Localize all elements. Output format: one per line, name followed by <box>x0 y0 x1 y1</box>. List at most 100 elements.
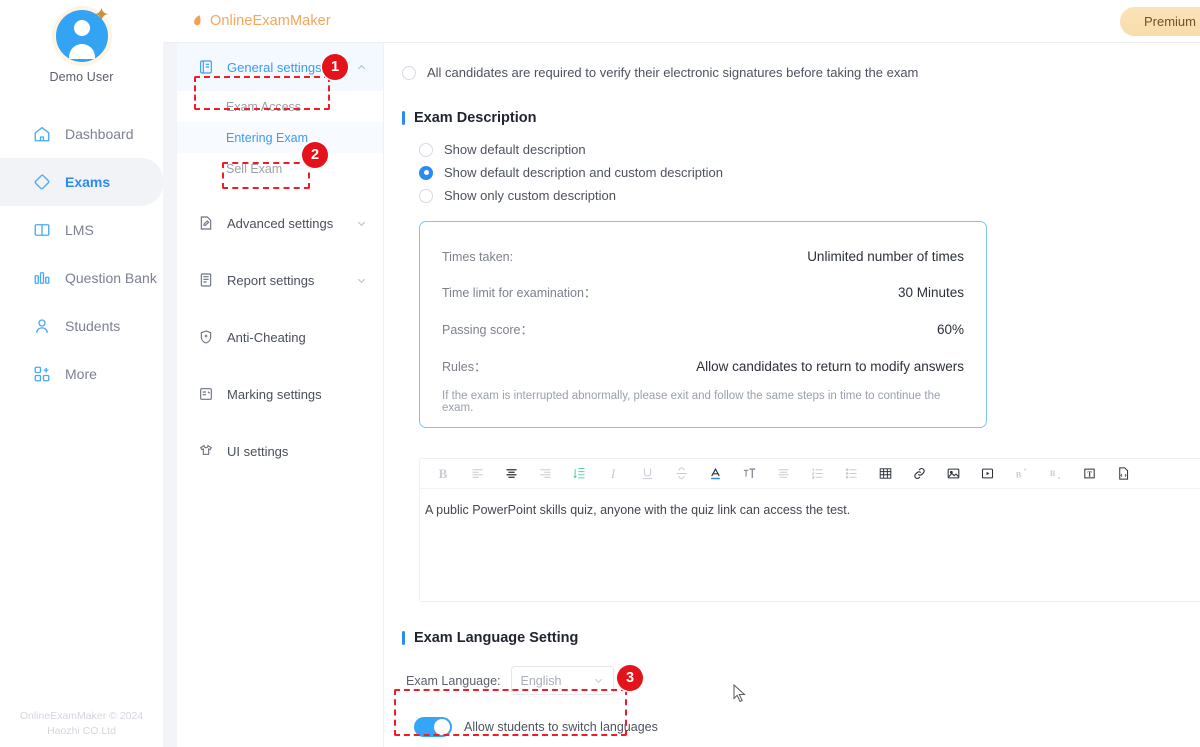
underline-icon[interactable] <box>630 460 664 488</box>
group-label: UI settings <box>227 443 289 459</box>
justify-icon[interactable] <box>766 460 800 488</box>
source-code-icon[interactable] <box>1106 460 1140 488</box>
exam-language-label: Exam Language: <box>406 673 501 688</box>
sidebar-item-question-bank[interactable]: Question Bank <box>0 254 163 302</box>
chevron-down-icon[interactable] <box>356 218 367 229</box>
marking-settings-group[interactable]: Marking settings <box>177 370 383 418</box>
exam-language-heading: Exam Language Setting <box>402 630 1200 646</box>
report-settings-group[interactable]: Report settings <box>177 256 383 304</box>
entering-exam-subitem[interactable]: Entering Exam <box>177 122 383 153</box>
table-icon[interactable] <box>868 460 902 488</box>
anti-cheating-group[interactable]: Anti-Cheating <box>177 313 383 361</box>
video-icon[interactable] <box>970 460 1004 488</box>
book-open-icon <box>34 224 50 236</box>
radio-circle[interactable] <box>419 188 433 203</box>
book-settings-icon <box>200 60 212 74</box>
app-root: ✦ Demo User Dashboard Exams LMS Question… <box>0 0 1200 747</box>
avatar[interactable]: ✦ <box>55 6 109 62</box>
section-title: Exam Description <box>414 110 537 126</box>
exam-description-heading: Exam Description <box>402 110 1200 126</box>
exam-tag-icon <box>34 174 50 190</box>
general-settings-group[interactable]: General settings <box>177 43 383 91</box>
switch-languages-toggle[interactable]: Allow students to switch languages <box>414 717 1200 737</box>
italic-icon[interactable]: I <box>596 460 630 488</box>
username-label: Demo User <box>49 70 114 84</box>
grid-more-icon <box>34 366 50 382</box>
bold-icon[interactable]: B <box>426 460 460 488</box>
leaf-logo-icon <box>194 14 201 25</box>
editor-toolbar: B I B B T <box>420 459 1200 489</box>
ui-settings-group[interactable]: UI settings <box>177 427 383 475</box>
ordered-list-icon[interactable] <box>800 460 834 488</box>
radio-circle[interactable] <box>419 142 433 157</box>
group-label: Advanced settings <box>227 215 334 231</box>
bullet-list-icon[interactable] <box>834 460 868 488</box>
sidebar-item-more[interactable]: More <box>0 350 163 398</box>
footer-copyright: OnlineExamMaker © 2024 <box>19 710 144 722</box>
radio-circle-selected[interactable] <box>419 165 433 180</box>
sidebar-item-label: Question Bank <box>65 270 157 286</box>
footer-company: Haozhi CO.Ltd <box>47 725 116 737</box>
sidebar-item-lms[interactable]: LMS <box>0 206 163 254</box>
avatar-head <box>73 20 90 36</box>
summary-value: Unlimited number of times <box>807 249 964 264</box>
summary-key: Passing score： <box>442 323 534 337</box>
toggle-switch[interactable] <box>414 717 452 737</box>
svg-text:T: T <box>1087 471 1092 478</box>
exam-language-select[interactable]: English <box>510 666 614 695</box>
general-settings-children: Exam Access Entering Exam Sell Exam <box>177 91 383 184</box>
chevron-down-icon[interactable] <box>356 275 367 286</box>
superscript-icon[interactable]: B <box>1004 460 1038 488</box>
align-right-icon[interactable] <box>528 460 562 488</box>
marking-doc-icon <box>200 388 212 400</box>
description-rich-text-editor[interactable]: B I B B T A public PowerPoint skills qui… <box>419 458 1200 602</box>
tshirt-icon <box>199 444 213 455</box>
text-box-icon[interactable]: T <box>1072 460 1106 488</box>
link-icon[interactable] <box>902 460 936 488</box>
sidebar-footer: OnlineExamMaker © 2024 Haozhi CO.Ltd <box>0 709 163 739</box>
sidebar-item-dashboard[interactable]: Dashboard <box>0 110 163 158</box>
signature-verify-option[interactable]: All candidates are required to verify th… <box>402 61 1200 84</box>
bar-chart-icon <box>34 272 50 284</box>
sidebar-item-students[interactable]: Students <box>0 302 163 350</box>
svg-text:B: B <box>1049 469 1055 478</box>
sidebar-subitem-sell-exam[interactable]: Sell Exam <box>177 153 383 184</box>
chevron-down-icon <box>594 678 602 684</box>
align-left-icon[interactable] <box>460 460 494 488</box>
summary-note: If the exam is interrupted abnormally, p… <box>442 390 941 414</box>
advanced-settings-group[interactable]: Advanced settings <box>177 199 383 247</box>
line-height-icon[interactable] <box>562 460 596 488</box>
option-show-default-and-custom[interactable]: Show default description and custom desc… <box>419 161 1200 184</box>
sidebar-item-label: Dashboard <box>65 126 134 142</box>
user-icon <box>36 319 48 333</box>
align-center-icon[interactable] <box>494 460 528 488</box>
summary-row: Times taken: Unlimited number of times <box>442 240 964 273</box>
main-content: All candidates are required to verify th… <box>384 43 1200 747</box>
option-show-only-custom[interactable]: Show only custom description <box>419 184 1200 207</box>
summary-value: 30 Minutes <box>897 285 964 300</box>
sidebar-subitem-exam-access[interactable]: Exam Access <box>177 91 383 122</box>
image-icon[interactable] <box>936 460 970 488</box>
chevron-up-icon[interactable] <box>356 62 367 73</box>
group-label: General settings <box>227 59 322 75</box>
sidebar-item-label: Students <box>65 318 121 334</box>
subscript-icon[interactable]: B <box>1038 460 1072 488</box>
user-profile[interactable]: ✦ Demo User <box>0 6 163 84</box>
summary-key: Rules： <box>442 360 487 374</box>
editor-body[interactable]: A public PowerPoint skills quiz, anyone … <box>420 489 1200 601</box>
option-show-default[interactable]: Show default description <box>419 138 1200 161</box>
sidebar-item-label: LMS <box>65 222 94 238</box>
section-accent-bar <box>402 631 405 645</box>
primary-sidebar: ✦ Demo User Dashboard Exams LMS Question… <box>0 0 163 747</box>
font-size-icon[interactable] <box>732 460 766 488</box>
font-color-icon[interactable] <box>698 460 732 488</box>
radio-circle[interactable] <box>402 65 416 80</box>
report-doc-icon <box>200 273 212 287</box>
strikethrough-icon[interactable] <box>664 460 698 488</box>
app-logo[interactable]: OnlineExamMaker <box>191 13 331 30</box>
premium-button[interactable]: Premium <box>1119 7 1200 36</box>
sidebar-item-exams[interactable]: Exams <box>0 158 163 206</box>
svg-text:B: B <box>1015 470 1021 479</box>
editor-content-text: A public PowerPoint skills quiz, anyone … <box>425 503 851 517</box>
vip-badge-icon: ✦ <box>93 5 110 26</box>
